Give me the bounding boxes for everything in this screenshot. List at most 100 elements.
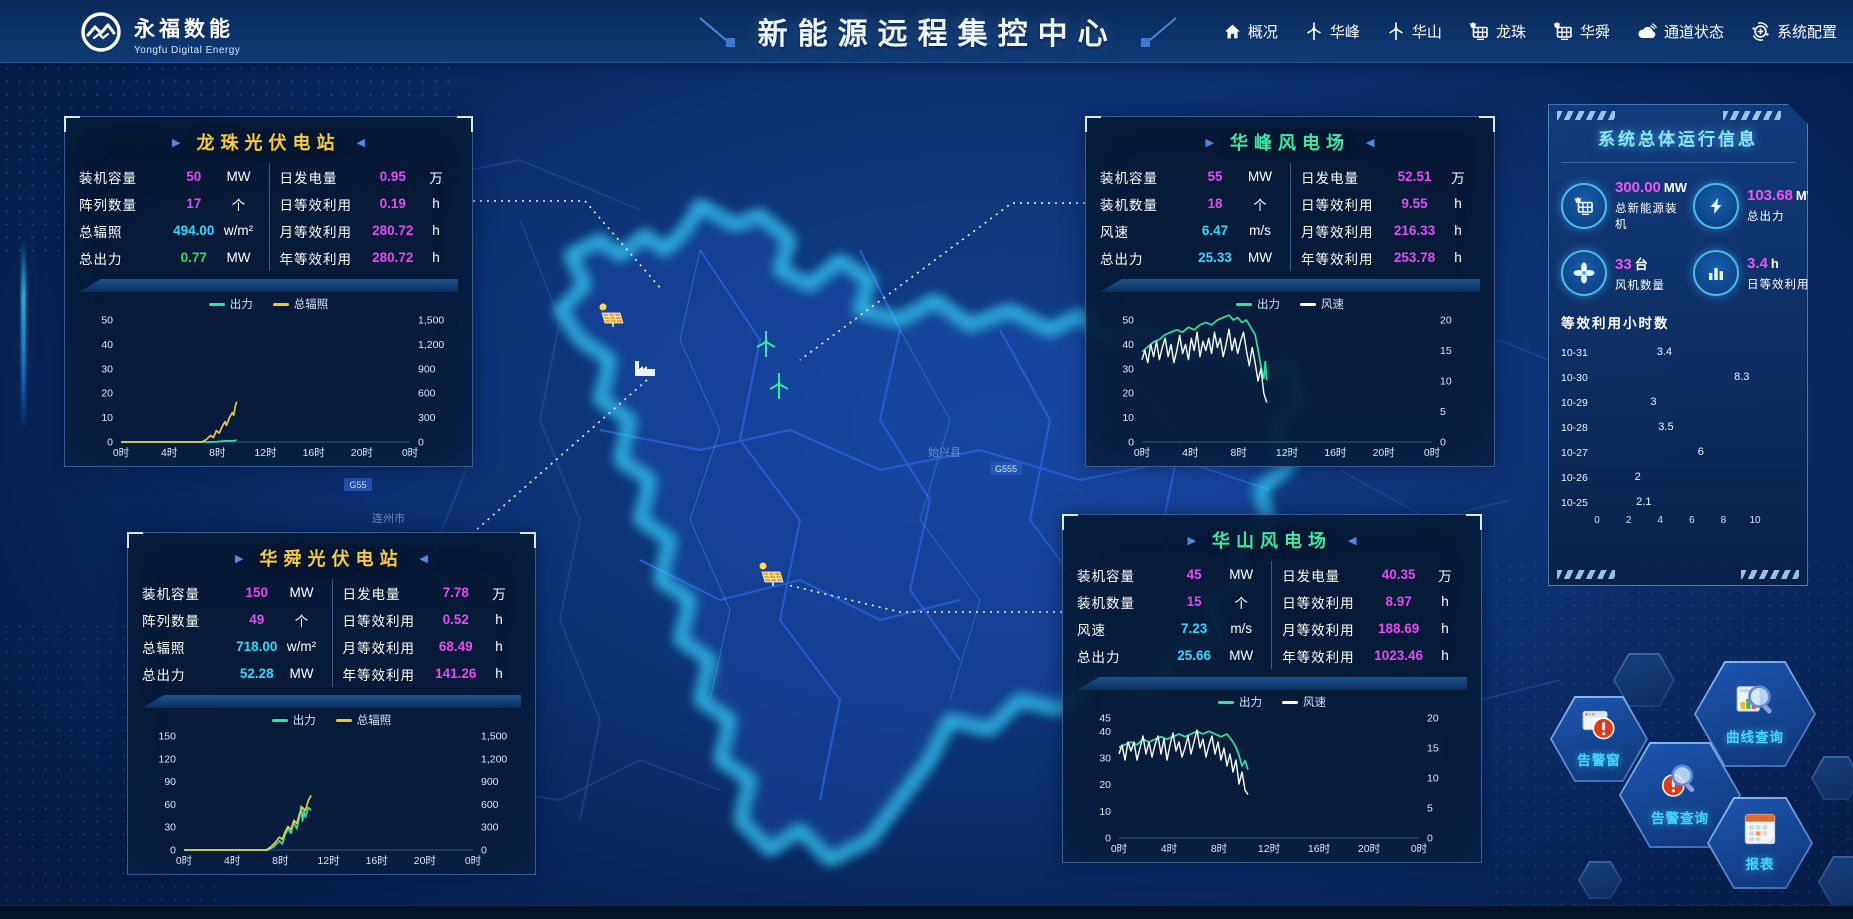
svg-text:16时: 16时	[1308, 843, 1331, 855]
stat-unit: 个	[1238, 194, 1282, 214]
svg-text:0: 0	[481, 845, 487, 857]
station-line-chart: 45403020100201510500时4时8时12时16时20时0时	[1077, 712, 1467, 856]
svg-text:10: 10	[1122, 412, 1134, 424]
svg-text:12时: 12时	[1258, 843, 1281, 855]
nav-item-3[interactable]: 华山	[1387, 21, 1442, 42]
axis-tick: 0	[1594, 515, 1600, 526]
stat-label: 日等效利用	[1282, 592, 1374, 612]
curve-query-icon	[1735, 682, 1775, 723]
nav-item-5[interactable]: 华舜	[1553, 21, 1610, 42]
nav-item-1[interactable]: 概况	[1224, 21, 1278, 42]
system-stat-value: 300.00MW	[1615, 179, 1687, 196]
svg-text:15: 15	[1427, 743, 1439, 755]
bar-category-label: 10-26	[1561, 472, 1597, 484]
legend-item: 出力	[272, 712, 316, 728]
stat-value: 40.35	[1374, 567, 1423, 582]
stat-label: 日发电量	[1282, 565, 1374, 585]
svg-text:600: 600	[481, 799, 499, 811]
svg-text:1,200: 1,200	[418, 339, 444, 351]
logo-subtitle: Yongfu Digital Energy	[134, 45, 240, 56]
nav-item-4[interactable]: 龙珠	[1469, 21, 1526, 42]
stat-label: 总出力	[142, 664, 234, 684]
nav-item-6[interactable]: 通道状态	[1637, 21, 1724, 42]
svg-text:150: 150	[158, 731, 176, 743]
nav-item-2[interactable]: 华峰	[1305, 21, 1360, 42]
stat-label: 年等效利用	[343, 664, 435, 684]
svg-text:12时: 12时	[254, 447, 277, 459]
svg-text:16时: 16时	[1324, 447, 1347, 459]
stat-row: 总出力25.66MW	[1077, 642, 1263, 669]
axis-tick: 4	[1657, 515, 1663, 526]
stat-unit: m/s	[1219, 621, 1263, 636]
svg-text:40: 40	[101, 339, 113, 351]
stat-unit: MW	[217, 169, 261, 184]
stat-unit: h	[1423, 621, 1467, 636]
stat-label: 装机数量	[1100, 194, 1192, 214]
stat-unit: 万	[477, 583, 521, 603]
stat-row: 装机容量50MW	[79, 163, 261, 190]
stat-value: 0.19	[372, 196, 415, 211]
bar-value-label: 3	[1650, 396, 1656, 408]
system-stat: 3.4h日等效利用	[1693, 250, 1819, 296]
system-panel-title: 系统总体运行信息	[1561, 119, 1795, 163]
stat-value: 150	[234, 585, 280, 600]
svg-text:10: 10	[101, 412, 113, 424]
hazard-stripe-decoration	[1557, 111, 1615, 120]
stat-value: 15	[1169, 594, 1219, 609]
stat-value: 6.47	[1192, 223, 1238, 238]
stat-value: 253.78	[1393, 250, 1436, 265]
svg-text:0时: 0时	[402, 447, 419, 459]
nav-item-7[interactable]: 系统配置	[1751, 21, 1837, 42]
stat-label: 日等效利用	[280, 194, 372, 214]
station-title: 龙珠光伏电站	[197, 129, 341, 155]
svg-text:8时: 8时	[1211, 843, 1228, 855]
stat-row: 总出力0.77MW	[79, 244, 261, 271]
svg-text:0时: 0时	[1424, 447, 1441, 459]
stat-row: 年等效利用141.26h	[343, 660, 522, 687]
svg-text:300: 300	[481, 822, 499, 834]
stat-label: 装机容量	[79, 167, 171, 187]
stat-label: 月等效利用	[1301, 221, 1393, 241]
stat-label: 风速	[1077, 619, 1169, 639]
stat-label: 日发电量	[1301, 167, 1393, 187]
axis-tick: 8	[1721, 515, 1727, 526]
equiv-bar-row: 10-283.5	[1561, 415, 1795, 440]
legend-item: 风速	[1282, 694, 1326, 710]
stat-value: 9.55	[1393, 196, 1436, 211]
stat-row: 日发电量0.95万	[280, 163, 459, 190]
svg-text:20: 20	[101, 388, 113, 400]
stat-row: 总辐照718.00w/m²	[142, 633, 324, 660]
title-arrow-left-icon: ▶	[235, 552, 243, 565]
stat-row: 装机数量15个	[1077, 588, 1263, 615]
stat-row: 阵列数量49个	[142, 606, 324, 633]
stat-unit: MW	[1219, 648, 1263, 663]
bar-value-label: 3.5	[1658, 421, 1673, 433]
panel-divider	[1077, 677, 1467, 690]
system-stat: 33台风机数量	[1561, 250, 1687, 296]
legend-item: 风速	[1300, 296, 1344, 312]
stat-label: 日发电量	[280, 167, 372, 187]
stat-value: 216.33	[1393, 223, 1436, 238]
stat-value: 17	[171, 196, 217, 211]
svg-text:40: 40	[1122, 339, 1134, 351]
stat-value: 25.66	[1169, 648, 1219, 663]
stat-unit: h	[414, 223, 458, 238]
stat-row: 总出力25.33MW	[1100, 244, 1282, 271]
alarm-query-icon	[1660, 763, 1700, 804]
fan-icon	[1561, 250, 1607, 296]
stat-label: 风速	[1100, 221, 1192, 241]
stat-unit: h	[1436, 250, 1480, 265]
logo-title: 永福数能	[134, 13, 240, 43]
bar-value-label: 3.4	[1657, 346, 1672, 358]
report-icon	[1743, 813, 1777, 850]
title-flourish-right	[1132, 14, 1180, 48]
stat-value: 68.49	[435, 639, 478, 654]
stat-unit: MW	[280, 585, 324, 600]
chart-legend: 出力风速	[1100, 294, 1480, 314]
stat-unit: MW	[1238, 169, 1282, 184]
equiv-bar-row: 10-293	[1561, 390, 1795, 415]
station-line-chart: 15012090603001,5001,20090060030000时4时8时1…	[142, 730, 521, 868]
stat-unit: 个	[280, 610, 324, 630]
station-line-chart: 504030201001,5001,20090060030000时4时8时12时…	[79, 314, 458, 460]
stat-row: 风速6.47m/s	[1100, 217, 1282, 244]
